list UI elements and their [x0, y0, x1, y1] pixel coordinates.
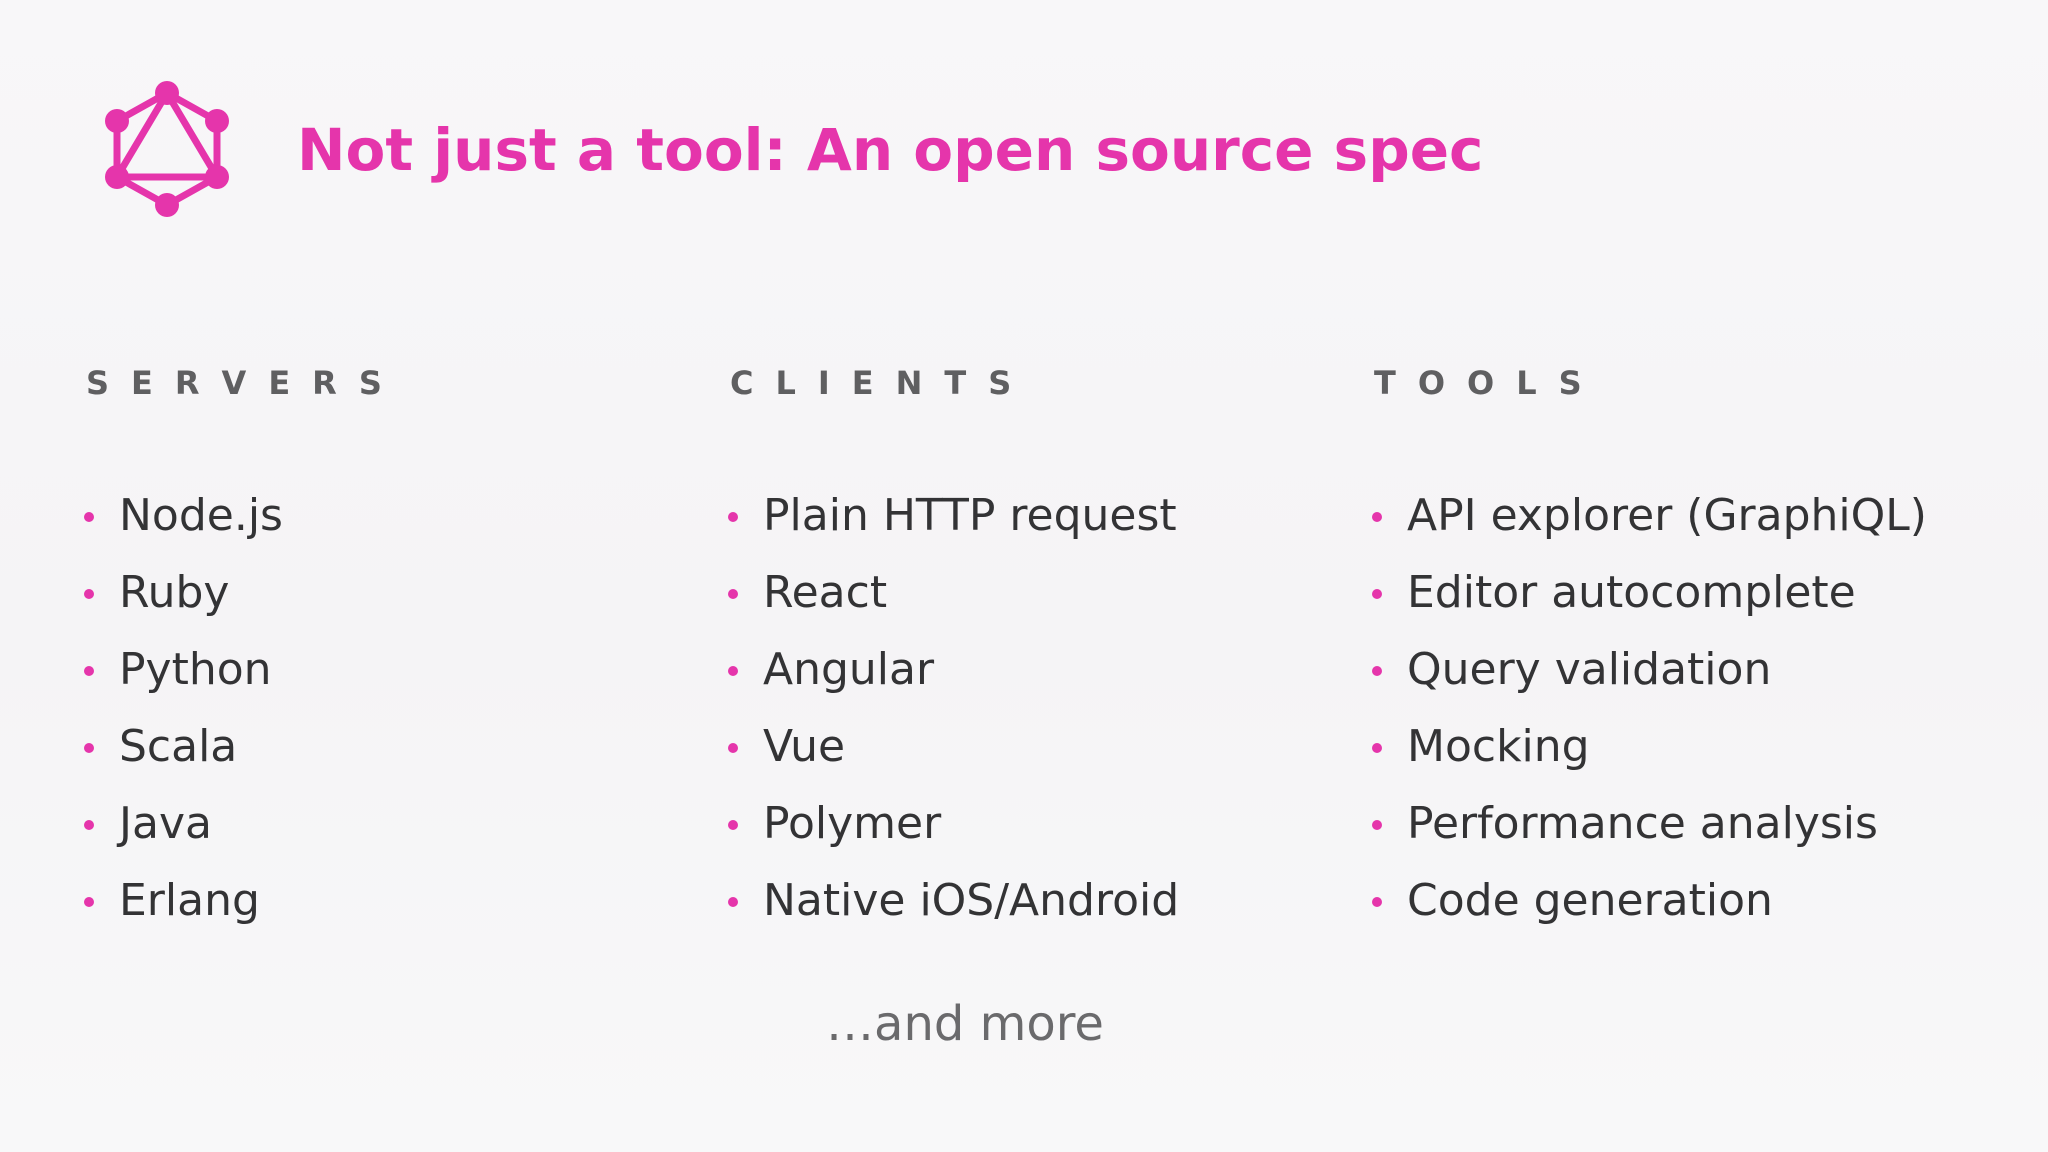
slide: Not just a tool: An open source spec SER…	[0, 0, 2048, 1152]
list-item: Python	[84, 631, 283, 708]
bullet-icon	[728, 589, 738, 599]
list-item-label: Performance analysis	[1407, 798, 1878, 849]
list-item: Scala	[84, 708, 283, 785]
bullet-icon	[1372, 743, 1382, 753]
list-item: Ruby	[84, 554, 283, 631]
list-item: Query validation	[1372, 631, 1927, 708]
bullet-icon	[1372, 589, 1382, 599]
list-item-label: Erlang	[119, 875, 260, 926]
list-item-label: Mocking	[1407, 721, 1590, 772]
list-item-label: Java	[119, 798, 212, 849]
list-item: Native iOS/Android	[728, 862, 1179, 939]
list-item: Plain HTTP request	[728, 477, 1179, 554]
list-item: Erlang	[84, 862, 283, 939]
bullet-icon	[1372, 897, 1382, 907]
bullet-icon	[84, 743, 94, 753]
graphql-logo-icon	[105, 81, 229, 217]
column-servers: SERVERS Node.js Ruby Python Scala Java E…	[84, 360, 704, 926]
list-item-label: Python	[119, 644, 272, 695]
list-item-label: React	[763, 567, 888, 618]
column-heading-clients: CLIENTS	[730, 364, 1034, 402]
list-item: React	[728, 554, 1179, 631]
list-item-label: Code generation	[1407, 875, 1773, 926]
bullet-icon	[84, 897, 94, 907]
list-item: Java	[84, 785, 283, 862]
bullet-icon	[84, 820, 94, 830]
list-item-label: Node.js	[119, 490, 283, 541]
list-item: Mocking	[1372, 708, 1927, 785]
bullet-icon	[728, 743, 738, 753]
bullet-icon	[84, 666, 94, 676]
clients-list: Plain HTTP request React Angular Vue Pol…	[728, 477, 1179, 939]
bullet-icon	[728, 820, 738, 830]
and-more-footer: …and more	[826, 996, 1104, 1052]
list-item-label: Query validation	[1407, 644, 1772, 695]
list-item-label: Vue	[763, 721, 846, 772]
bullet-icon	[728, 666, 738, 676]
slide-title: Not just a tool: An open source spec	[297, 116, 1484, 184]
list-item: Performance analysis	[1372, 785, 1927, 862]
list-item-label: API explorer (GraphiQL)	[1407, 490, 1927, 541]
bullet-icon	[84, 512, 94, 522]
column-heading-servers: SERVERS	[86, 364, 404, 402]
bullet-icon	[1372, 820, 1382, 830]
list-item-label: Native iOS/Android	[763, 875, 1180, 926]
column-clients: CLIENTS Plain HTTP request React Angular…	[728, 360, 1348, 926]
bullet-icon	[728, 897, 738, 907]
list-item-label: Ruby	[119, 567, 230, 618]
list-item-label: Editor autocomplete	[1407, 567, 1856, 618]
list-item: Vue	[728, 708, 1179, 785]
list-item-label: Angular	[763, 644, 935, 695]
servers-list: Node.js Ruby Python Scala Java Erlang	[84, 477, 283, 939]
list-item-label: Scala	[119, 721, 238, 772]
list-item: Editor autocomplete	[1372, 554, 1927, 631]
bullet-icon	[1372, 666, 1382, 676]
tools-list: API explorer (GraphiQL) Editor autocompl…	[1372, 477, 1927, 939]
bullet-icon	[84, 589, 94, 599]
list-item-label: Polymer	[763, 798, 942, 849]
list-item: Node.js	[84, 477, 283, 554]
list-item: Code generation	[1372, 862, 1927, 939]
column-tools: TOOLS API explorer (GraphiQL) Editor aut…	[1372, 360, 1992, 926]
list-item: Polymer	[728, 785, 1179, 862]
column-heading-tools: TOOLS	[1374, 364, 1604, 402]
list-item: Angular	[728, 631, 1179, 708]
list-item: API explorer (GraphiQL)	[1372, 477, 1927, 554]
bullet-icon	[1372, 512, 1382, 522]
bullet-icon	[728, 512, 738, 522]
list-item-label: Plain HTTP request	[763, 490, 1177, 541]
